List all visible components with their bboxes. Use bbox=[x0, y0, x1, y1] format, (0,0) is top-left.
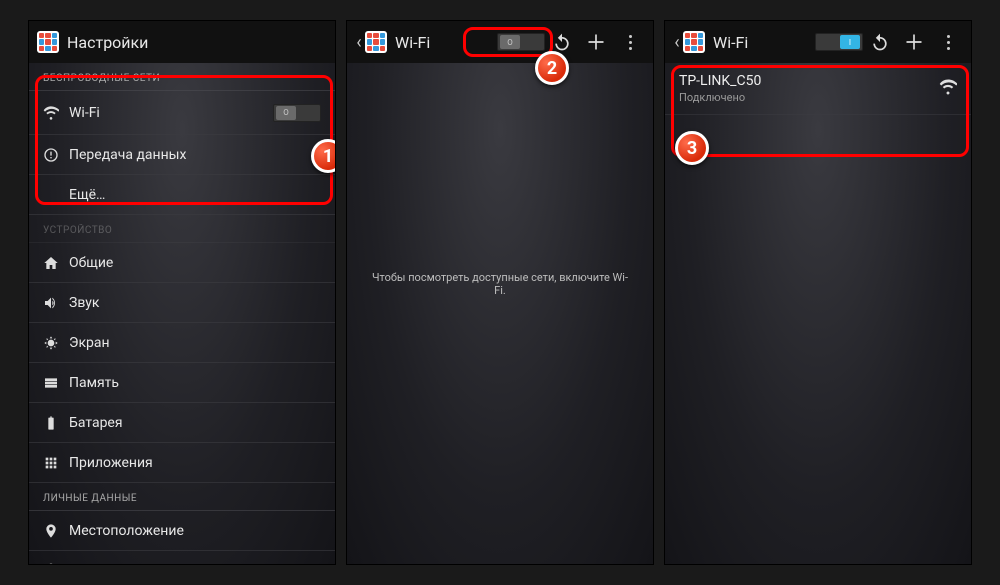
wifi-icon bbox=[43, 105, 69, 121]
network-name: TP-LINK_C50 bbox=[679, 73, 939, 89]
refresh-icon[interactable] bbox=[863, 25, 897, 59]
section-personal-header: ЛИЧНЫЕ ДАННЫЕ bbox=[29, 483, 335, 511]
page-title: Wi-Fi bbox=[713, 33, 748, 52]
row-label: Приложения bbox=[69, 455, 321, 471]
network-status: Подключено bbox=[679, 91, 939, 104]
callout-badge-3: 3 bbox=[675, 131, 709, 165]
row-battery[interactable]: Батарея bbox=[29, 403, 335, 443]
screenshot-wifi-off: ‹ Wi-Fi O Чтобы посмотреть доступные сет… bbox=[346, 20, 654, 565]
add-icon[interactable] bbox=[897, 25, 931, 59]
row-label: Батарея bbox=[69, 415, 321, 431]
wifi-toggle[interactable]: I bbox=[815, 33, 863, 51]
row-label: Wi-Fi bbox=[69, 105, 273, 121]
location-icon bbox=[43, 523, 69, 539]
row-label: Память bbox=[69, 375, 321, 391]
app-icon bbox=[365, 31, 387, 53]
app-icon bbox=[683, 31, 705, 53]
sound-icon bbox=[43, 295, 69, 311]
action-bar: Настройки bbox=[29, 21, 335, 63]
action-bar: ‹ Wi-Fi I bbox=[665, 21, 971, 63]
apps-icon bbox=[43, 455, 69, 471]
row-label: Ещё… bbox=[69, 187, 321, 203]
data-icon bbox=[43, 147, 69, 163]
row-sound[interactable]: Звук bbox=[29, 283, 335, 323]
brightness-icon bbox=[43, 335, 69, 351]
overflow-icon[interactable] bbox=[613, 25, 647, 59]
lock-icon bbox=[43, 563, 69, 566]
wifi-toggle[interactable]: O bbox=[497, 33, 545, 51]
section-device-header: УСТРОЙСТВО bbox=[29, 215, 335, 243]
home-icon bbox=[43, 255, 69, 271]
row-data-usage[interactable]: Передача данных bbox=[29, 135, 335, 175]
add-icon[interactable] bbox=[579, 25, 613, 59]
row-location[interactable]: Местоположение bbox=[29, 511, 335, 551]
row-security[interactable]: Безопасность bbox=[29, 551, 335, 565]
wifi-signal-icon bbox=[939, 78, 957, 100]
section-wireless-header: БЕСПРОВОДНЫЕ СЕТИ bbox=[29, 63, 335, 91]
row-label: Местоположение bbox=[69, 523, 321, 539]
row-label: Общие bbox=[69, 255, 321, 271]
row-wifi[interactable]: Wi-Fi O bbox=[29, 91, 335, 135]
page-title: Настройки bbox=[67, 33, 148, 52]
app-icon bbox=[37, 31, 59, 53]
wifi-network-row[interactable]: TP-LINK_C50 Подключено bbox=[665, 63, 971, 115]
row-display[interactable]: Экран bbox=[29, 323, 335, 363]
action-bar: ‹ Wi-Fi O bbox=[347, 21, 653, 63]
row-label: Передача данных bbox=[69, 147, 321, 163]
refresh-icon[interactable] bbox=[545, 25, 579, 59]
screenshot-settings: Настройки БЕСПРОВОДНЫЕ СЕТИ Wi-Fi O Пере… bbox=[28, 20, 336, 565]
storage-icon bbox=[43, 375, 69, 391]
row-more[interactable]: Ещё… bbox=[29, 175, 335, 215]
battery-icon bbox=[43, 415, 69, 431]
row-general[interactable]: Общие bbox=[29, 243, 335, 283]
row-apps[interactable]: Приложения bbox=[29, 443, 335, 483]
overflow-icon[interactable] bbox=[931, 25, 965, 59]
row-storage[interactable]: Память bbox=[29, 363, 335, 403]
row-label: Экран bbox=[69, 335, 321, 351]
row-label: Безопасность bbox=[69, 563, 321, 566]
row-label: Звук bbox=[69, 295, 321, 311]
wifi-toggle[interactable]: O bbox=[273, 104, 321, 122]
back-icon[interactable]: ‹ bbox=[671, 21, 683, 63]
back-icon[interactable]: ‹ bbox=[353, 21, 365, 63]
screenshot-wifi-on: ‹ Wi-Fi I TP-LINK_C50 Подключено 3 bbox=[664, 20, 972, 565]
page-title: Wi-Fi bbox=[395, 33, 430, 52]
wifi-off-message: Чтобы посмотреть доступные сети, включит… bbox=[347, 271, 653, 297]
